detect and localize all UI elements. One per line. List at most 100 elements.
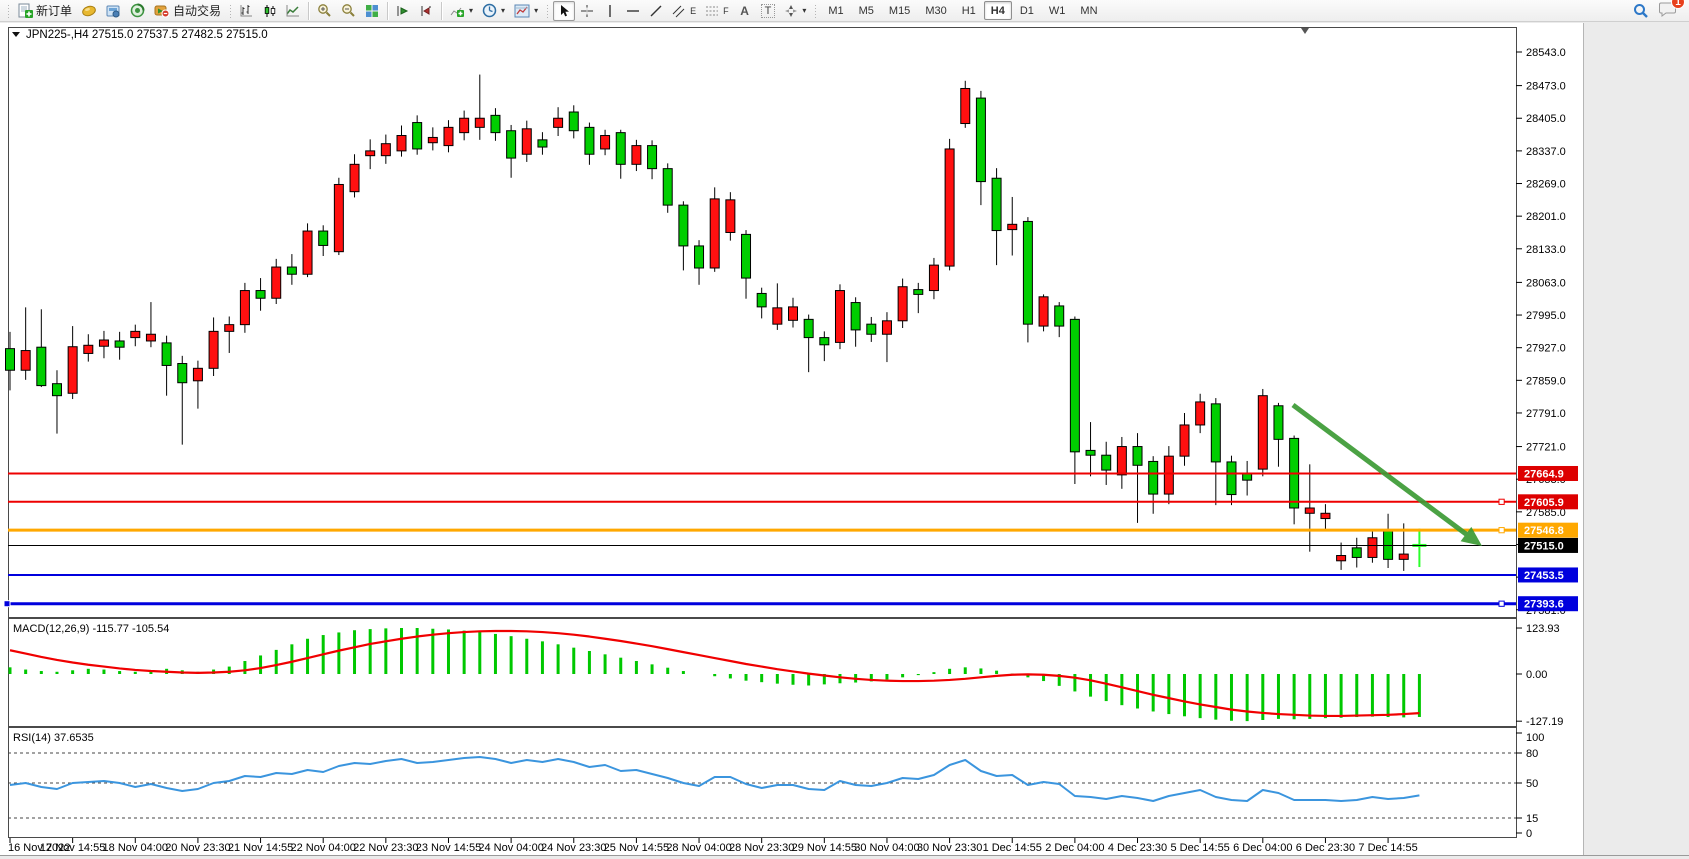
chevron-down-icon: ▾ [469, 6, 473, 15]
price-tick-label: 28201.0 [1526, 211, 1566, 223]
timeframe-button-m1[interactable]: M1 [821, 1, 850, 20]
macd-tick-label: -127.19 [1526, 716, 1563, 728]
bar-chart-mode-button[interactable] [236, 1, 258, 21]
timeframe-button-m30[interactable]: M30 [918, 1, 953, 20]
auto-trading-icon [154, 3, 170, 18]
chart-background [0, 23, 1583, 855]
line-drag-handle[interactable] [4, 601, 10, 607]
candle-body [554, 118, 563, 127]
chart-shift-icon [419, 4, 433, 18]
candle-body [976, 98, 985, 182]
fibo-tool-letter: F [723, 6, 729, 16]
auto-scroll-icon [396, 4, 410, 18]
macd-tick-label: 123.93 [1526, 623, 1560, 635]
candle-body [1180, 425, 1189, 456]
timeframe-button-w1[interactable]: W1 [1042, 1, 1073, 20]
candle-body [1227, 462, 1236, 495]
candle-body [397, 136, 406, 151]
zoom-in-icon [317, 3, 332, 18]
price-line-label-text: 27453.5 [1524, 570, 1564, 582]
candle-body [992, 178, 1001, 230]
candle-body [381, 144, 390, 156]
search-button[interactable] [1629, 1, 1653, 21]
candle-body [1243, 474, 1252, 480]
auto-trading-button[interactable]: 自动交易 [150, 1, 225, 21]
candle-body [726, 200, 735, 233]
data-window-button[interactable] [102, 1, 125, 21]
candle-body [757, 293, 766, 306]
chart-window[interactable]: 28543.028473.028405.028337.028269.028201… [0, 23, 1689, 859]
macd-tick-label: 0.00 [1526, 669, 1547, 681]
timeframe-button-h4[interactable]: H4 [984, 1, 1012, 20]
timeframe-button-d1[interactable]: D1 [1013, 1, 1041, 20]
indicators-button[interactable]: ▾ [446, 1, 477, 21]
price-line-label-text: 27546.8 [1524, 525, 1564, 537]
zoom-in-button[interactable] [313, 1, 336, 21]
timeframe-button-mn[interactable]: MN [1073, 1, 1104, 20]
price-line-label-text: 27393.6 [1524, 599, 1564, 611]
toolbar-separator [441, 2, 442, 20]
notifications-button[interactable]: 1 [1659, 1, 1677, 20]
line-chart-mode-button[interactable] [282, 1, 304, 21]
template-icon [514, 4, 530, 18]
horizontal-line-tool-button[interactable] [622, 1, 644, 21]
line-drag-handle[interactable] [1499, 528, 1504, 533]
new-order-button[interactable]: 新订单 [14, 1, 76, 21]
candle-body [648, 146, 657, 169]
candle-body [961, 88, 970, 123]
line-drag-handle[interactable] [1499, 499, 1504, 504]
candle-body [413, 123, 422, 149]
arrows-tool-button[interactable]: ▾ [780, 1, 810, 21]
fibonacci-tool-button[interactable]: F [701, 1, 733, 21]
rsi-indicator-label: RSI(14) 37.6535 [13, 732, 94, 744]
candle-body [1133, 447, 1142, 466]
rsi-tick-label: 0 [1526, 828, 1532, 840]
horizontal-line-icon [626, 6, 640, 16]
candle-body [444, 127, 453, 145]
candle-body [1196, 402, 1205, 425]
channel-tool-button[interactable]: E [668, 1, 700, 21]
templates-button[interactable]: ▾ [510, 1, 542, 21]
candlestick-mode-button[interactable] [259, 1, 281, 21]
chart-shift-button[interactable] [415, 1, 437, 21]
price-line-label: 27605.9 [1518, 494, 1578, 509]
candle-body [710, 199, 719, 268]
candle-body [162, 343, 171, 366]
timeframe-button-m15[interactable]: M15 [882, 1, 917, 20]
candle-body [491, 115, 500, 132]
candle-body [789, 307, 798, 320]
candle-body [569, 112, 578, 131]
time-tick-label: 30 Nov 04:00 [854, 842, 919, 854]
market-watch-button[interactable] [77, 1, 101, 21]
time-tick-label: 21 Nov 14:55 [228, 842, 293, 854]
notification-badge: 1 [1671, 0, 1685, 9]
new-order-label: 新订单 [36, 2, 72, 19]
candle-body [616, 133, 625, 165]
candle-body [6, 349, 15, 371]
cursor-tool-button[interactable] [553, 1, 575, 21]
candle-body [601, 136, 610, 149]
candle-body [929, 265, 938, 290]
tile-windows-button[interactable] [361, 1, 383, 21]
candle-body [131, 331, 140, 337]
periods-button[interactable]: ▾ [478, 1, 509, 21]
timeframe-button-m5[interactable]: M5 [852, 1, 881, 20]
price-tick-label: 27791.0 [1526, 408, 1566, 420]
trendline-tool-button[interactable] [645, 1, 667, 21]
candle-body [1399, 554, 1408, 559]
candle-body [366, 151, 375, 156]
crosshair-tool-button[interactable] [576, 1, 598, 21]
market-watch-icon [81, 4, 97, 18]
zoom-out-button[interactable] [337, 1, 360, 21]
line-drag-handle[interactable] [1499, 601, 1504, 606]
candle-body [882, 321, 891, 334]
text-label-tool-button[interactable]: T [757, 1, 780, 21]
strategy-tester-button[interactable] [126, 1, 149, 21]
candle-body [1305, 508, 1314, 513]
text-tool-button[interactable]: A [734, 1, 756, 21]
time-tick-label: 4 Dec 23:30 [1108, 842, 1167, 854]
candle-body [428, 137, 437, 142]
auto-scroll-button[interactable] [392, 1, 414, 21]
timeframe-button-h1[interactable]: H1 [955, 1, 983, 20]
vertical-line-tool-button[interactable] [599, 1, 621, 21]
